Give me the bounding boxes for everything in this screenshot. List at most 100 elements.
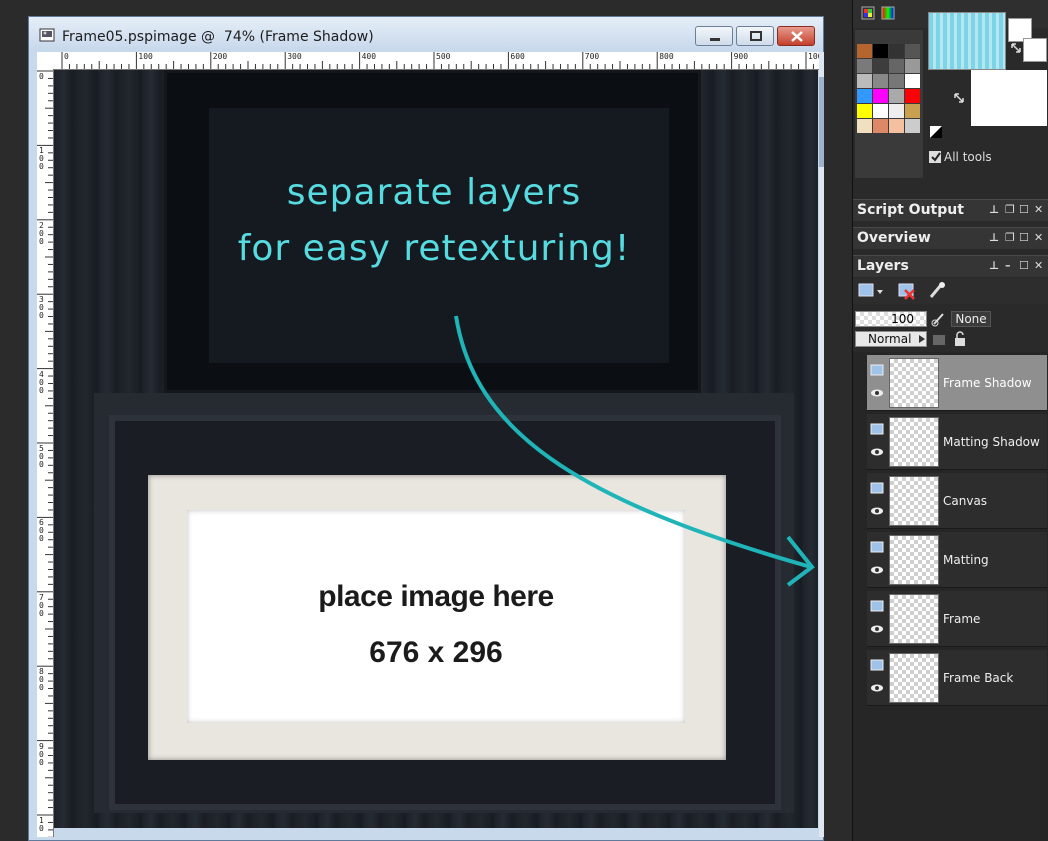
maximize-icon[interactable]: ☐ — [1019, 203, 1029, 216]
rainbow-tab-icon[interactable] — [879, 3, 897, 23]
document-title-bar[interactable]: Frame05.pspimage @ 74% (Frame Shadow) — [29, 17, 823, 51]
arrow-graphic — [454, 315, 815, 587]
ruler-label: 200 — [212, 52, 228, 61]
layer-row[interactable]: Matting — [867, 532, 1047, 588]
color-swatch[interactable] — [857, 44, 872, 58]
minimize-button[interactable] — [695, 26, 733, 46]
background-material-swatch[interactable] — [971, 70, 1047, 126]
layer-row[interactable]: Frame Back — [867, 650, 1047, 706]
image-canvas[interactable]: separate layers for easy retexturing! pl… — [54, 70, 818, 828]
ruler-label: 600 — [510, 52, 525, 61]
color-swatch[interactable] — [889, 44, 904, 58]
color-swatch[interactable] — [873, 44, 888, 58]
color-swatch[interactable] — [873, 119, 888, 133]
color-swatch[interactable] — [889, 89, 904, 103]
ruler-label: 7 0 0 — [39, 592, 44, 618]
mask-brush-icon[interactable] — [931, 311, 947, 327]
scrollbar-thumb[interactable] — [819, 77, 824, 167]
ruler-label: 9 0 0 — [39, 741, 44, 767]
color-swatch[interactable] — [905, 119, 920, 133]
vertical-ruler[interactable]: 0 1 0 0 2 0 0 3 0 0 4 0 0 5 0 0 6 0 0 7 0 0 8 0 … — [37, 69, 54, 837]
pin-icon[interactable]: ⊥ — [989, 231, 999, 244]
color-swatch[interactable] — [857, 89, 872, 103]
visibility-eye-icon[interactable] — [870, 506, 884, 516]
color-swatch[interactable] — [857, 104, 872, 118]
layer-opacity-field[interactable]: 100 — [855, 311, 927, 327]
right-palettes: All tools Script Output ⊥ ❐ ☐ ✕ Overview… — [852, 0, 1048, 841]
mask-mode-select[interactable]: None — [951, 311, 991, 327]
color-swatch[interactable] — [905, 44, 920, 58]
close-icon[interactable]: ✕ — [1034, 203, 1043, 216]
lock-icon[interactable] — [953, 331, 969, 347]
ruler-label: 0 — [64, 52, 69, 61]
close-icon — [791, 31, 803, 42]
layer-thumbnail — [889, 358, 939, 408]
close-button[interactable] — [777, 26, 815, 46]
close-icon[interactable]: ✕ — [1034, 259, 1043, 272]
close-icon[interactable]: ✕ — [1034, 231, 1043, 244]
layer-row[interactable]: Frame — [867, 591, 1047, 647]
overview-palette-header[interactable]: Overview ⊥ ❐ ☐ ✕ — [853, 227, 1048, 249]
color-swatch[interactable] — [873, 104, 888, 118]
ruler-label: 400 — [361, 52, 377, 61]
layer-row[interactable]: Frame Shadow — [867, 355, 1047, 411]
horizontal-ruler[interactable]: 0 100 200 300 400 500 600 700 800 900 1000 — [53, 52, 819, 70]
lock-transparency-icon[interactable] — [931, 331, 947, 347]
maximize-icon[interactable]: ☐ — [1019, 259, 1029, 272]
color-swatch[interactable] — [905, 104, 920, 118]
color-swatch[interactable] — [889, 74, 904, 88]
dropdown-arrow-icon[interactable] — [917, 333, 927, 345]
color-swatch[interactable] — [889, 104, 904, 118]
visibility-eye-icon[interactable] — [870, 624, 884, 634]
color-swatch[interactable] — [873, 89, 888, 103]
color-swatch[interactable] — [857, 74, 872, 88]
checkmark-icon — [931, 152, 941, 162]
minimize-icon[interactable]: – — [1005, 259, 1011, 272]
vertical-scrollbar[interactable] — [819, 52, 824, 837]
pin-icon[interactable]: ⊥ — [989, 259, 999, 272]
raster-layer-icon — [870, 600, 884, 612]
visibility-eye-icon[interactable] — [870, 683, 884, 693]
restore-icon[interactable]: ❐ — [1005, 231, 1015, 244]
color-swatch[interactable] — [873, 74, 888, 88]
color-swatch[interactable] — [889, 119, 904, 133]
color-swatch[interactable] — [905, 74, 920, 88]
color-swatch[interactable] — [905, 89, 920, 103]
maximize-button[interactable] — [736, 26, 774, 46]
swatch-palette[interactable] — [855, 30, 923, 178]
script-output-palette-header[interactable]: Script Output ⊥ ❐ ☐ ✕ — [853, 199, 1048, 221]
restore-icon — [750, 31, 762, 41]
document-title: Frame05.pspimage @ 74% (Frame Shadow) — [62, 29, 374, 45]
foreground-material-swatch[interactable] — [928, 12, 1006, 70]
color-swatch[interactable] — [857, 59, 872, 73]
swap-colors-icon[interactable] — [1010, 42, 1022, 54]
reset-colors-icon[interactable] — [929, 125, 943, 139]
raster-layer-icon — [870, 423, 884, 435]
swatches-tab-icon[interactable] — [859, 3, 877, 23]
minimize-icon — [710, 38, 720, 41]
visibility-eye-icon[interactable] — [870, 565, 884, 575]
ruler-label: 700 — [584, 52, 600, 61]
color-swatch[interactable] — [873, 59, 888, 73]
color-swatch[interactable] — [889, 59, 904, 73]
layer-thumbnail — [889, 417, 939, 467]
visibility-eye-icon[interactable] — [870, 388, 884, 398]
color-swatch[interactable] — [905, 59, 920, 73]
edit-layer-icon[interactable] — [927, 281, 947, 301]
layer-row[interactable]: Canvas — [867, 473, 1047, 529]
layer-thumbnail — [889, 476, 939, 526]
new-layer-icon[interactable] — [857, 281, 885, 301]
layer-name: Frame — [943, 612, 981, 626]
layer-row[interactable]: Matting Shadow — [867, 414, 1047, 470]
ruler-label: 100 — [138, 52, 153, 61]
all-tools-label: All tools — [944, 150, 992, 164]
swap-materials-icon[interactable] — [953, 92, 965, 104]
pin-icon[interactable]: ⊥ — [989, 203, 999, 216]
background-color-swatch[interactable] — [1023, 38, 1047, 62]
color-swatch[interactable] — [857, 119, 872, 133]
layers-palette-header[interactable]: Layers ⊥ – ☐ ✕ — [853, 255, 1048, 277]
visibility-eye-icon[interactable] — [870, 447, 884, 457]
maximize-icon[interactable]: ☐ — [1019, 231, 1029, 244]
restore-icon[interactable]: ❐ — [1005, 203, 1015, 216]
delete-layer-icon[interactable] — [897, 281, 917, 301]
